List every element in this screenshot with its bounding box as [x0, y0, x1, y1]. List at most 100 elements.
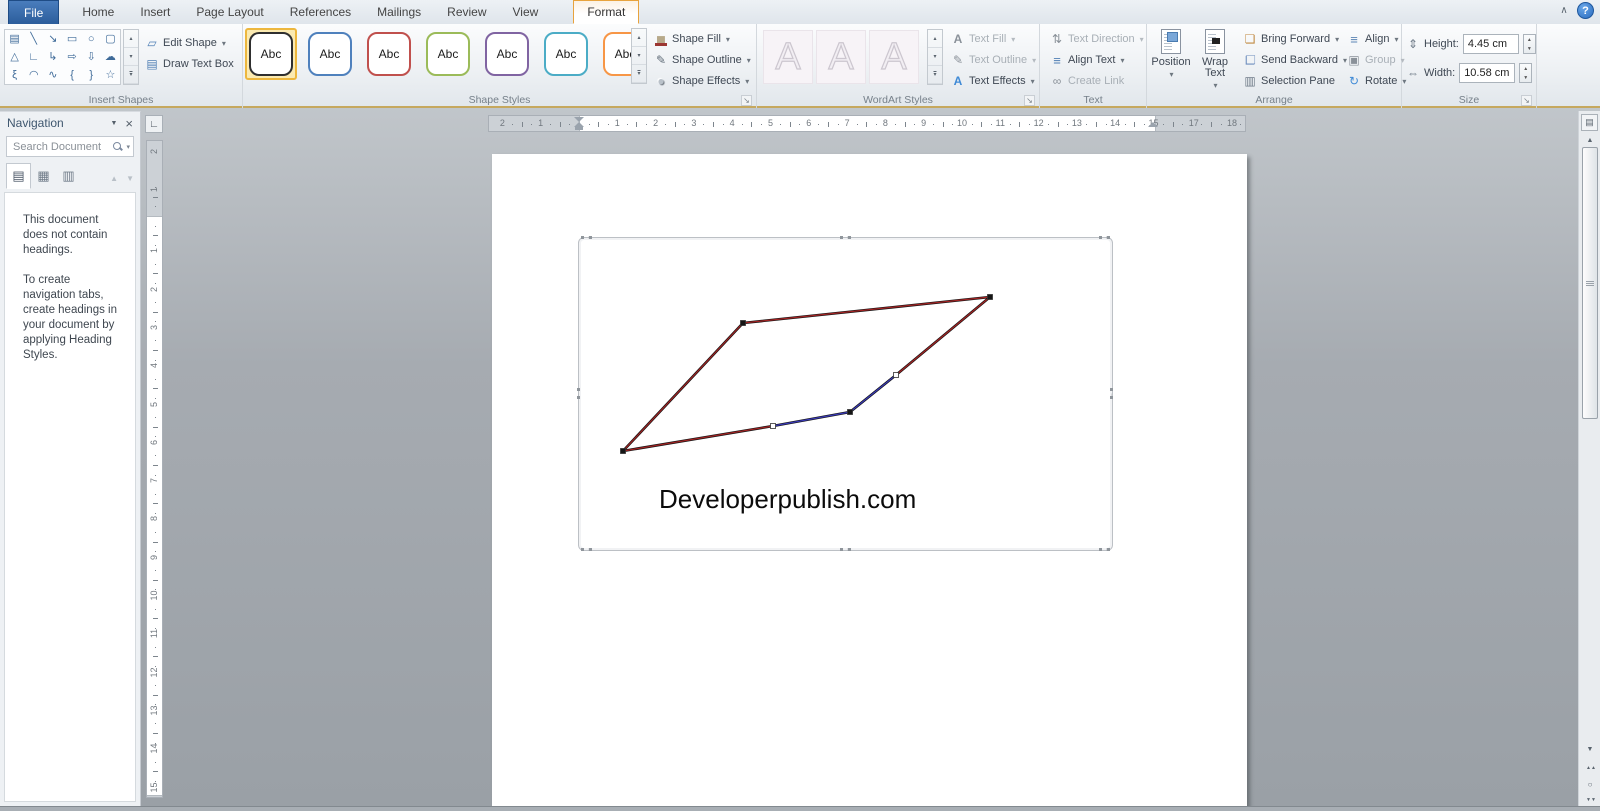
- width-field[interactable]: [1459, 63, 1516, 83]
- tab-format[interactable]: Format: [573, 0, 640, 24]
- send-backward-button[interactable]: Send Backward: [1239, 50, 1351, 70]
- position-button[interactable]: Position: [1151, 27, 1191, 93]
- elbow-arrow-connector-icon[interactable]: ↳: [43, 48, 62, 66]
- shape-style-3[interactable]: Abc: [363, 28, 415, 80]
- scroll-up-icon[interactable]: [1579, 134, 1600, 146]
- right-arrow-icon[interactable]: ⇨: [62, 48, 81, 66]
- ruler-number: 5: [767, 118, 774, 128]
- star-icon[interactable]: ☆: [101, 66, 120, 84]
- tab-page-layout[interactable]: Page Layout: [183, 0, 276, 24]
- gallery-scroll-up-icon[interactable]: [124, 30, 138, 48]
- cloud-icon[interactable]: ☁: [101, 48, 120, 66]
- stepper-down-icon[interactable]: [1520, 73, 1531, 82]
- rectangle-icon[interactable]: ▭: [62, 30, 81, 48]
- tab-home[interactable]: Home: [69, 0, 127, 24]
- tab-insert[interactable]: Insert: [127, 0, 183, 24]
- minimize-ribbon-icon[interactable]: [1557, 4, 1571, 18]
- shape-outline-button[interactable]: Shape Outline: [650, 50, 755, 70]
- canvas-text[interactable]: Developerpublish.com: [659, 484, 916, 515]
- arrow-icon[interactable]: ↘: [43, 30, 62, 48]
- navigation-pane: Navigation This document does not contai…: [0, 111, 141, 806]
- view-ruler-toggle[interactable]: [1581, 114, 1598, 131]
- left-brace-icon[interactable]: {: [62, 66, 81, 84]
- text-box-icon[interactable]: ▤: [5, 30, 24, 48]
- right-indent-marker[interactable]: [1148, 122, 1158, 127]
- search-options-caret-icon[interactable]: [126, 143, 130, 151]
- help-button[interactable]: ?: [1577, 2, 1594, 19]
- gallery-scroll-down-icon[interactable]: [632, 47, 646, 65]
- selection-pane-button[interactable]: Selection Pane: [1239, 71, 1351, 91]
- tab-browse-pages[interactable]: [31, 163, 56, 189]
- wordart-dialog-launcher[interactable]: [1024, 95, 1035, 106]
- shape-styles-gallery-scroll: [631, 28, 647, 84]
- tab-mailings[interactable]: Mailings: [364, 0, 434, 24]
- wordart-style-2[interactable]: A: [816, 30, 866, 84]
- tab-browse-results[interactable]: [56, 163, 81, 189]
- right-brace-icon[interactable]: }: [82, 66, 101, 84]
- shape-style-1[interactable]: Abc: [245, 28, 297, 80]
- next-page-button[interactable]: ▼▼: [1579, 793, 1600, 807]
- wordart-style-1[interactable]: A: [763, 30, 813, 84]
- shape-styles-dialog-launcher[interactable]: [741, 95, 752, 106]
- align-text-button[interactable]: Align Text: [1046, 50, 1148, 70]
- shape-style-5[interactable]: Abc: [481, 28, 533, 80]
- wrap-text-button[interactable]: Wrap Text: [1195, 27, 1235, 93]
- edit-shape-button[interactable]: Edit Shape: [141, 33, 238, 53]
- curve-icon[interactable]: ∿: [43, 66, 62, 84]
- size-dialog-launcher[interactable]: [1521, 95, 1532, 106]
- down-arrow-icon[interactable]: ⇩: [82, 48, 101, 66]
- gallery-more-icon[interactable]: [928, 66, 942, 84]
- draw-text-box-button[interactable]: Draw Text Box: [141, 54, 238, 74]
- wordart-style-3[interactable]: A: [869, 30, 919, 84]
- position-icon: [1161, 29, 1181, 54]
- scroll-down-icon[interactable]: [1579, 743, 1600, 755]
- elbow-connector-icon[interactable]: ∟: [24, 48, 43, 66]
- height-stepper[interactable]: [1522, 34, 1536, 54]
- triangle-icon[interactable]: △: [5, 48, 24, 66]
- tab-stop-selector[interactable]: ∟: [145, 115, 163, 133]
- ruler-number: 8: [882, 118, 888, 128]
- shape-style-6[interactable]: Abc: [540, 28, 592, 80]
- tab-file[interactable]: File: [8, 0, 60, 24]
- scrollbar-thumb[interactable]: [1582, 147, 1598, 419]
- shape-style-2[interactable]: Abc: [304, 28, 356, 80]
- shape-effects-button[interactable]: Shape Effects: [650, 71, 755, 91]
- gallery-scroll-up-icon[interactable]: [632, 29, 646, 47]
- tab-review[interactable]: Review: [434, 0, 499, 24]
- stepper-down-icon[interactable]: [1524, 44, 1535, 53]
- bring-forward-button[interactable]: Bring Forward: [1239, 29, 1351, 49]
- shape-style-4[interactable]: Abc: [422, 28, 474, 80]
- left-indent-marker[interactable]: [575, 127, 583, 130]
- select-browse-object-button[interactable]: [1579, 777, 1600, 791]
- search-icon[interactable]: [112, 141, 123, 152]
- rotate-button[interactable]: Rotate: [1343, 71, 1410, 91]
- scribble-icon[interactable]: ξ: [5, 66, 24, 84]
- width-stepper[interactable]: [1519, 63, 1533, 83]
- gallery-more-icon[interactable]: [124, 66, 138, 84]
- gallery-more-icon[interactable]: [632, 65, 646, 83]
- document-page[interactable]: Developerpublish.com: [492, 154, 1247, 811]
- drawing-canvas[interactable]: Developerpublish.com: [577, 236, 1113, 551]
- gallery-scroll-up-icon[interactable]: [928, 30, 942, 48]
- tab-view[interactable]: View: [500, 0, 552, 24]
- oval-icon[interactable]: ○: [82, 30, 101, 48]
- text-effects-button[interactable]: Text Effects: [947, 71, 1040, 91]
- close-icon[interactable]: [125, 117, 133, 130]
- gallery-scroll-down-icon[interactable]: [928, 48, 942, 66]
- tab-references[interactable]: References: [277, 0, 364, 24]
- horizontal-ruler[interactable]: 2 1 1 2 3 4 5 6 7 8 9 10 11 12 13 14 15 17 18: [488, 115, 1246, 132]
- shape-fill-button[interactable]: Shape Fill: [650, 29, 755, 49]
- previous-page-button[interactable]: ▲▲: [1579, 761, 1600, 775]
- stepper-up-icon[interactable]: [1524, 35, 1535, 44]
- line-icon[interactable]: ╲: [24, 30, 43, 48]
- pane-options-caret-icon[interactable]: [110, 120, 117, 127]
- height-field[interactable]: [1462, 34, 1519, 54]
- align-button[interactable]: Align: [1343, 29, 1410, 49]
- gallery-scroll-down-icon[interactable]: [124, 48, 138, 66]
- arc-icon[interactable]: ◠: [24, 66, 43, 84]
- rounded-rectangle-icon[interactable]: ▢: [101, 30, 120, 48]
- search-input[interactable]: [13, 140, 110, 153]
- vertical-ruler[interactable]: 2 1 1 2 3 4 5 6 7 8 9 10 11 12 13 14 15: [146, 140, 163, 798]
- tab-browse-headings[interactable]: [6, 163, 31, 189]
- stepper-up-icon[interactable]: [1520, 64, 1531, 73]
